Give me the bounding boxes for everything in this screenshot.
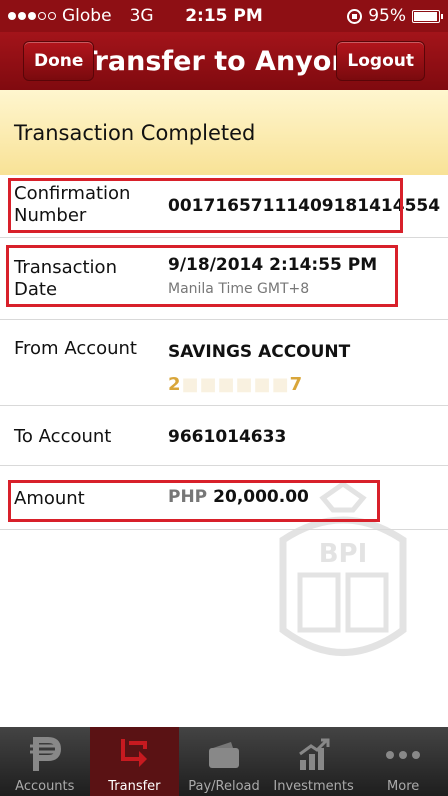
tab-more-label: More: [387, 779, 420, 794]
logout-button[interactable]: Logout: [336, 41, 425, 81]
status-left: Globe 3G: [8, 6, 154, 26]
watermark-label: BPI: [319, 539, 368, 569]
from-account-label: From Account: [14, 338, 137, 359]
tab-investments-label: Investments: [273, 779, 354, 794]
status-right: 95%: [347, 6, 443, 26]
done-button[interactable]: Done: [23, 41, 95, 81]
tab-more[interactable]: More: [358, 727, 448, 796]
account-number-start: 2: [168, 374, 182, 395]
to-account-label: To Account: [14, 426, 112, 447]
carrier-name: Globe: [62, 6, 112, 26]
signal-strength-icon: [8, 12, 56, 20]
confirmation-highlight-box: [8, 178, 403, 233]
tab-pay-reload-label: Pay/Reload: [188, 779, 260, 794]
tab-transfer[interactable]: Transfer: [89, 727, 180, 796]
status-bar: Globe 3G 2:15 PM 95%: [0, 0, 448, 32]
navigation-bar: Done Transfer to Anyone Logout: [0, 32, 448, 90]
amount-highlight-box: [8, 480, 380, 522]
account-number-hidden: ■■■■■■: [181, 374, 290, 395]
to-account-value: 9661014633: [168, 427, 287, 447]
tab-accounts[interactable]: Accounts: [0, 727, 90, 796]
date-highlight-box: [6, 245, 398, 307]
to-account-row: To Account 9661014633: [0, 406, 448, 466]
bottom-tab-bar: Accounts Transfer Pay/Reload Investments…: [0, 727, 448, 796]
from-account-number: 2■■■■■■7: [168, 374, 303, 395]
battery-percent: 95%: [368, 6, 406, 26]
page-title: Transfer to Anyone: [79, 45, 369, 77]
rotation-lock-icon: [347, 8, 363, 24]
transaction-status-text: Transaction Completed: [14, 120, 256, 145]
peso-icon: [25, 735, 65, 775]
tab-pay-reload[interactable]: Pay/Reload: [179, 727, 269, 796]
wallet-icon: [204, 735, 244, 775]
transfer-arrows-icon: [114, 735, 154, 775]
from-account-row: From Account SAVINGS ACCOUNT 2■■■■■■7: [0, 320, 448, 406]
transaction-status-banner: Transaction Completed: [0, 90, 448, 175]
from-account-value: SAVINGS ACCOUNT: [168, 342, 351, 362]
chart-growth-icon: [294, 735, 334, 775]
more-dots-icon: [383, 735, 423, 775]
tab-accounts-label: Accounts: [15, 779, 75, 794]
tab-transfer-label: Transfer: [108, 779, 161, 794]
account-number-end: 7: [289, 374, 304, 395]
tab-investments[interactable]: Investments: [269, 727, 359, 796]
battery-icon: [412, 9, 443, 23]
network-type: 3G: [129, 6, 154, 26]
